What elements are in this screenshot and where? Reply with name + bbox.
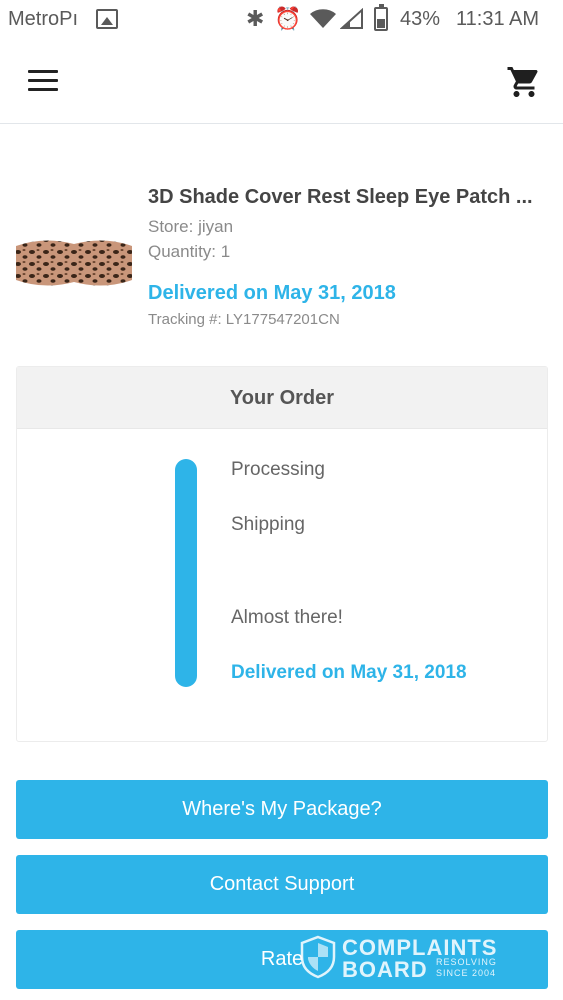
wifi-icon xyxy=(310,9,336,29)
product-quantity: Quantity: 1 xyxy=(148,242,231,261)
alarm-icon: ⏰ xyxy=(274,6,302,31)
app-header xyxy=(0,40,563,124)
signal-icon xyxy=(340,8,363,29)
gallery-notification-icon xyxy=(96,9,118,29)
wheres-my-package-button[interactable]: Where's My Package? xyxy=(16,780,548,839)
battery-icon xyxy=(374,4,388,31)
timeline-step-delivered: Delivered on May 31, 2018 xyxy=(231,662,467,683)
status-bar: MetroPı ✱ ⏰ 43% 11:31 AM xyxy=(0,0,563,40)
timeline-step-shipping: Shipping xyxy=(231,514,305,535)
bluetooth-icon: ✱ xyxy=(246,6,265,31)
product-summary: 3D Shade Cover Rest Sleep Eye Patch ... … xyxy=(0,180,563,340)
battery-percentage: 43% xyxy=(400,8,441,30)
timeline-progress-bar xyxy=(175,459,197,687)
shield-logo-icon xyxy=(300,935,336,979)
order-timeline-card: Your Order Processing Shipping Almost th… xyxy=(16,366,548,742)
carrier-name: MetroPı xyxy=(8,8,79,30)
product-title[interactable]: 3D Shade Cover Rest Sleep Eye Patch ... xyxy=(148,186,548,209)
shopping-cart-icon[interactable] xyxy=(506,64,542,100)
hamburger-menu-icon[interactable] xyxy=(28,70,60,92)
complaints-board-watermark: COMPLAINTS BOARD RESOLVING SINCE 2004 xyxy=(300,935,520,985)
timeline-step-almost-there: Almost there! xyxy=(231,607,343,628)
timeline-step-processing: Processing xyxy=(231,459,325,480)
watermark-line-3: RESOLVING SINCE 2004 xyxy=(436,957,497,978)
clock: 11:31 AM xyxy=(456,8,540,30)
product-store: Store: jiyan xyxy=(148,217,234,236)
order-card-title: Your Order xyxy=(17,367,547,429)
product-image[interactable] xyxy=(14,236,134,290)
contact-support-button[interactable]: Contact Support xyxy=(16,855,548,914)
watermark-line-2: BOARD xyxy=(342,957,428,982)
delivery-status: Delivered on May 31, 2018 xyxy=(148,282,396,304)
tracking-number: Tracking #: LY177547201CN xyxy=(148,311,340,328)
